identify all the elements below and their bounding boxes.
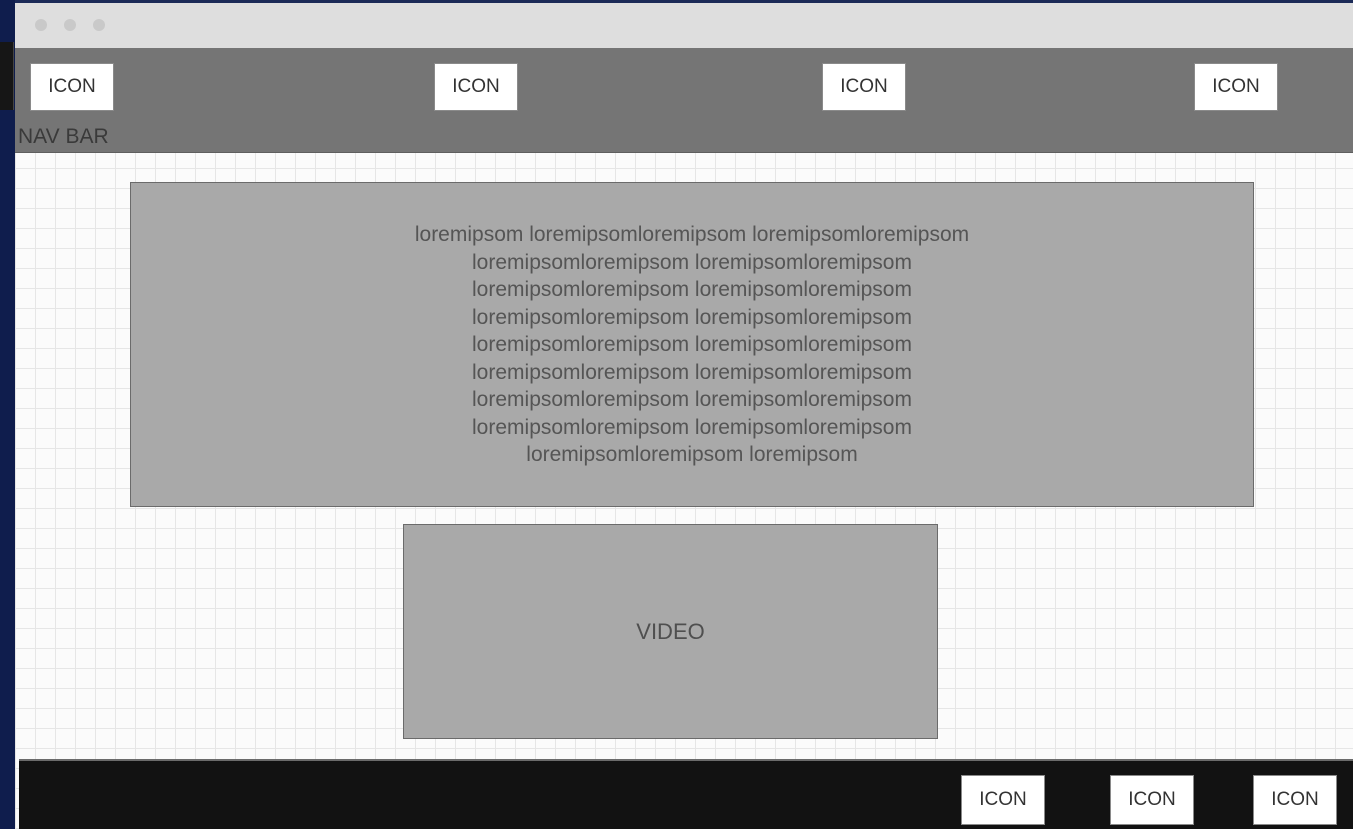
- footer-icon-2[interactable]: ICON: [1110, 775, 1194, 825]
- window-titlebar: [15, 0, 1353, 48]
- nav-bar-label: NAV BAR: [18, 125, 109, 148]
- desktop-left-edge: [0, 0, 15, 829]
- text-line: loremipsomloremipsom loremipsomloremipso…: [472, 360, 912, 384]
- nav-icon-1[interactable]: ICON: [30, 63, 114, 111]
- text-line: loremipsomloremipsom loremipsomloremipso…: [472, 415, 912, 439]
- text-line: loremipsomloremipsom loremipsomloremipso…: [472, 388, 912, 411]
- video-placeholder[interactable]: VIDEO: [403, 524, 938, 739]
- text-content-block: loremipsom loremipsomloremipsom loremips…: [130, 182, 1254, 507]
- footer-icon-1[interactable]: ICON: [961, 775, 1045, 825]
- footer-bar: ICON ICON ICON: [19, 759, 1353, 829]
- text-line: loremipsomloremipsom loremipsomloremipso…: [472, 305, 912, 329]
- text-content: loremipsom loremipsomloremipsom loremips…: [131, 221, 1253, 469]
- text-line: loremipsom loremipsomloremipsom loremips…: [414, 223, 970, 246]
- nav-icon-3[interactable]: ICON: [822, 63, 906, 111]
- app-window: ICON ICON ICON ICON NAV BAR loremipsom l…: [15, 0, 1353, 829]
- nav-icon-2[interactable]: ICON: [434, 63, 518, 111]
- footer-icon-3[interactable]: ICON: [1253, 775, 1337, 825]
- video-label: VIDEO: [636, 618, 705, 644]
- text-line: loremipsomloremipsom loremipsomloremipso…: [472, 250, 912, 274]
- nav-icon-4[interactable]: ICON: [1194, 63, 1278, 111]
- window-minimize-button[interactable]: [64, 19, 76, 31]
- text-line: loremipsomloremipsom loremipsomloremipso…: [472, 333, 912, 356]
- text-line: loremipsomloremipsom loremipsomloremipso…: [472, 278, 912, 301]
- window-maximize-button[interactable]: [93, 19, 105, 31]
- background-window-edge: [0, 42, 14, 110]
- text-line: loremipsomloremipsom loremipsom: [526, 443, 858, 466]
- nav-bar: ICON ICON ICON ICON NAV BAR: [15, 48, 1353, 153]
- window-close-button[interactable]: [35, 19, 47, 31]
